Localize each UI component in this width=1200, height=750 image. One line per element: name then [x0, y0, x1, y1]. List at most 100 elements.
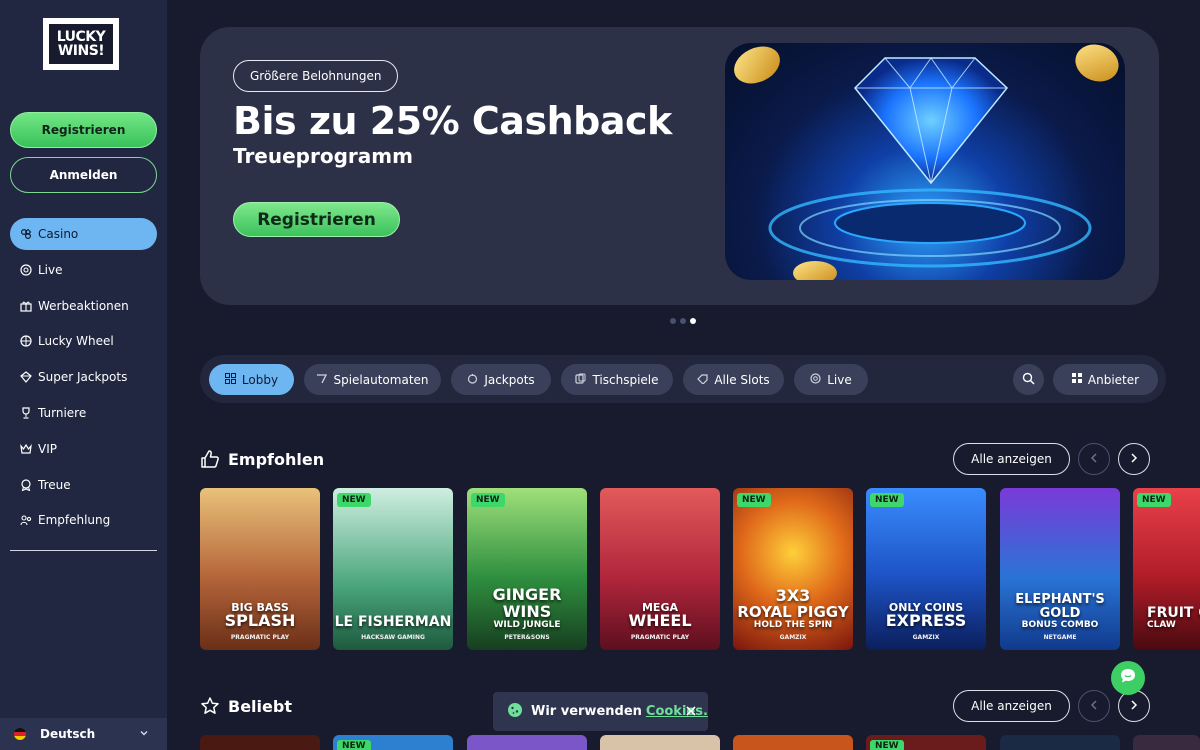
- sidebar-nav: Casino Live Werbeaktionen Lucky Wheel Su…: [10, 218, 157, 540]
- crown-icon: [20, 443, 32, 455]
- new-badge: NEW: [471, 493, 505, 507]
- language-label: Deutsch: [40, 727, 96, 741]
- sidebar-item-werbeaktionen[interactable]: Werbeaktionen: [10, 290, 157, 322]
- all-slots-icon: [697, 373, 708, 387]
- carousel-dot[interactable]: [670, 318, 676, 324]
- carousel-dot[interactable]: [680, 318, 686, 324]
- game-provider: NETGAME: [1043, 634, 1077, 641]
- tab-jackpots[interactable]: Jackpots: [451, 364, 551, 395]
- hero-subtitle: Treueprogramm: [233, 144, 413, 168]
- tab-label: Jackpots: [484, 372, 535, 387]
- category-bar: Lobby Spielautomaten Jackpots Tischspiel…: [200, 355, 1166, 403]
- sidebar-item-vip[interactable]: VIP: [10, 433, 157, 465]
- popular-show-all-button[interactable]: Alle anzeigen: [953, 690, 1070, 722]
- cookie-link[interactable]: Cookies.: [646, 704, 708, 719]
- german-flag-icon: [14, 728, 26, 740]
- game-title-line2: ELEPHANT'S GOLD: [1015, 592, 1105, 621]
- game-card-elephants-gold[interactable]: ELEPHANT'S GOLD BONUS COMBO NETGAME: [1000, 488, 1120, 650]
- gift-icon: [20, 300, 32, 312]
- referral-icon: [20, 514, 32, 526]
- section-recommended-title: Empfohlen: [200, 449, 324, 469]
- close-icon[interactable]: [686, 704, 696, 720]
- tab-alle-slots[interactable]: Alle Slots: [683, 364, 784, 395]
- table-games-icon: [575, 373, 586, 387]
- tab-spielautomaten[interactable]: Spielautomaten: [304, 364, 441, 395]
- section-title-text: Empfohlen: [228, 449, 325, 469]
- sidebar-item-casino[interactable]: Casino: [10, 218, 157, 250]
- popular-game-card[interactable]: [200, 735, 320, 750]
- loyalty-icon: [20, 478, 32, 491]
- popular-next-button[interactable]: [1118, 690, 1150, 722]
- logo-line-2: WINS!: [57, 43, 105, 59]
- providers-button[interactable]: Anbieter: [1053, 364, 1158, 395]
- popular-game-card[interactable]: NEW: [333, 735, 453, 750]
- thumbs-up-icon: [200, 449, 220, 469]
- game-title-line2: SPLASH: [224, 611, 296, 631]
- new-badge: NEW: [337, 740, 371, 750]
- tab-tischspiele[interactable]: Tischspiele: [561, 364, 673, 395]
- section-popular-title: Beliebt: [200, 696, 292, 716]
- sidebar-item-treue[interactable]: Treue: [10, 469, 157, 501]
- popular-game-card[interactable]: [733, 735, 853, 750]
- tab-label: Live: [827, 372, 852, 387]
- jackpot-icon: [467, 373, 478, 387]
- hero-register-button[interactable]: Registrieren: [233, 202, 400, 237]
- promo-hero-banner: Größere Belohnungen Bis zu 25% Cashback …: [200, 27, 1159, 305]
- game-title-line2: GINGER WINS: [492, 584, 562, 621]
- chevron-left-icon: [1090, 699, 1098, 713]
- grid-icon: [1071, 373, 1082, 386]
- carousel-dot-active[interactable]: [690, 318, 696, 324]
- sidebar-item-label: Lucky Wheel: [38, 334, 114, 349]
- lucky-wins-logo[interactable]: LUCKY WINS!: [43, 18, 119, 70]
- tab-label: Spielautomaten: [333, 372, 429, 387]
- popular-game-card[interactable]: [600, 735, 720, 750]
- popular-game-card[interactable]: [467, 735, 587, 750]
- sidebar-item-label: Turniere: [38, 405, 87, 420]
- cookie-icon: [507, 702, 523, 722]
- sidebar-item-label: Live: [38, 262, 63, 277]
- cookie-text: Wir verwenden: [531, 704, 642, 719]
- sidebar-item-super-jackpots[interactable]: Super Jackpots: [10, 361, 157, 393]
- language-selector[interactable]: Deutsch: [0, 718, 167, 750]
- game-card-le-fisherman[interactable]: NEW LE FISHERMAN HACKSAW GAMING: [333, 488, 453, 650]
- game-card-big-bass-splash[interactable]: BIG BASS SPLASH PRAGMATIC PLAY: [200, 488, 320, 650]
- game-card-only-coins-express[interactable]: NEW ONLY COINS EXPRESS GAMZIX: [866, 488, 986, 650]
- sidebar-item-lucky-wheel[interactable]: Lucky Wheel: [10, 325, 157, 357]
- tab-live[interactable]: Live: [794, 364, 868, 395]
- new-badge: NEW: [870, 740, 904, 750]
- popular-prev-button[interactable]: [1078, 690, 1110, 722]
- game-card-fruit-gems[interactable]: NEW FRUIT GEMSCLAW: [1133, 488, 1200, 650]
- game-card-mega-wheel[interactable]: MEGA WHEEL PRAGMATIC PLAY: [600, 488, 720, 650]
- chat-bubble-icon: [1119, 667, 1137, 689]
- live-chat-button[interactable]: [1111, 661, 1145, 695]
- popular-game-card[interactable]: [1133, 735, 1200, 750]
- sidebar-item-label: Casino: [38, 227, 79, 241]
- sidebar-item-live[interactable]: Live: [10, 254, 157, 286]
- lobby-icon: [224, 372, 236, 387]
- chevron-left-icon: [1090, 452, 1098, 466]
- new-badge: NEW: [737, 493, 771, 507]
- game-title-line3: CLAW: [1147, 619, 1176, 630]
- recommended-prev-button[interactable]: [1078, 443, 1110, 475]
- hero-title: Bis zu 25% Cashback: [233, 99, 672, 143]
- sidebar-login-button[interactable]: Anmelden: [10, 157, 157, 193]
- sidebar-item-empfehlung[interactable]: Empfehlung: [10, 504, 157, 536]
- game-card-ginger-wins[interactable]: NEW GINGER WINS WILD JUNGLE PETER&SONS: [467, 488, 587, 650]
- sidebar-item-turniere[interactable]: Turniere: [10, 397, 157, 429]
- sidebar: LUCKY WINS! Registrieren Anmelden Casino…: [0, 0, 167, 750]
- popular-game-card[interactable]: [1000, 735, 1120, 750]
- providers-label: Anbieter: [1087, 372, 1140, 387]
- game-provider: PRAGMATIC PLAY: [630, 634, 690, 641]
- slot-icon: [316, 373, 328, 387]
- game-card-royal-piggy[interactable]: NEW 3X3 ROYAL PIGGY HOLD THE SPIN GAMZIX: [733, 488, 853, 650]
- sidebar-divider: [10, 550, 157, 551]
- sidebar-register-button[interactable]: Registrieren: [10, 112, 157, 148]
- game-title-line3: BONUS COMBO: [1021, 619, 1099, 630]
- tab-lobby[interactable]: Lobby: [209, 364, 294, 395]
- game-provider: PETER&SONS: [504, 634, 550, 641]
- popular-game-card[interactable]: NEW: [866, 735, 986, 750]
- recommended-show-all-button[interactable]: Alle anzeigen: [953, 443, 1070, 475]
- recommended-next-button[interactable]: [1118, 443, 1150, 475]
- hero-tag: Größere Belohnungen: [233, 60, 399, 92]
- search-button[interactable]: [1013, 364, 1044, 395]
